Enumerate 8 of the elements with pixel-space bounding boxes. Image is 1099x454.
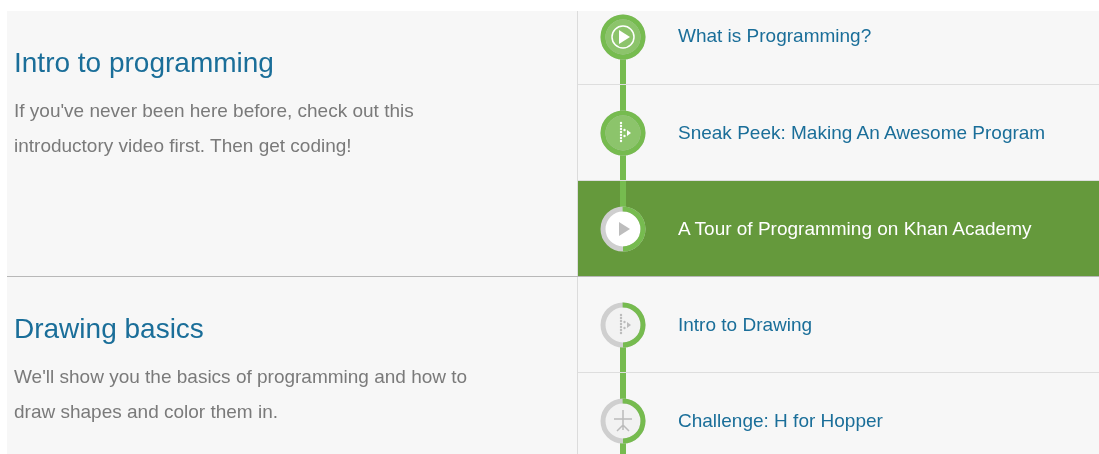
lesson-item[interactable]: Challenge: H for Hopper: [578, 373, 1099, 454]
section-title: Drawing basics: [14, 313, 205, 345]
section-title: Intro to programming: [14, 47, 275, 79]
section-description: If you've never been here before, check out this introductory video first. Then get coding!: [14, 99, 415, 158]
lesson-item[interactable]: Intro to Drawing: [578, 277, 1099, 373]
lesson-item[interactable]: What is Programming?: [578, 11, 1099, 85]
lesson-item[interactable]: A Tour of Programming on Khan Academy: [578, 181, 1099, 276]
section-description: We'll show you the basics of programming and how to draw shapes and color them in.: [14, 365, 469, 424]
